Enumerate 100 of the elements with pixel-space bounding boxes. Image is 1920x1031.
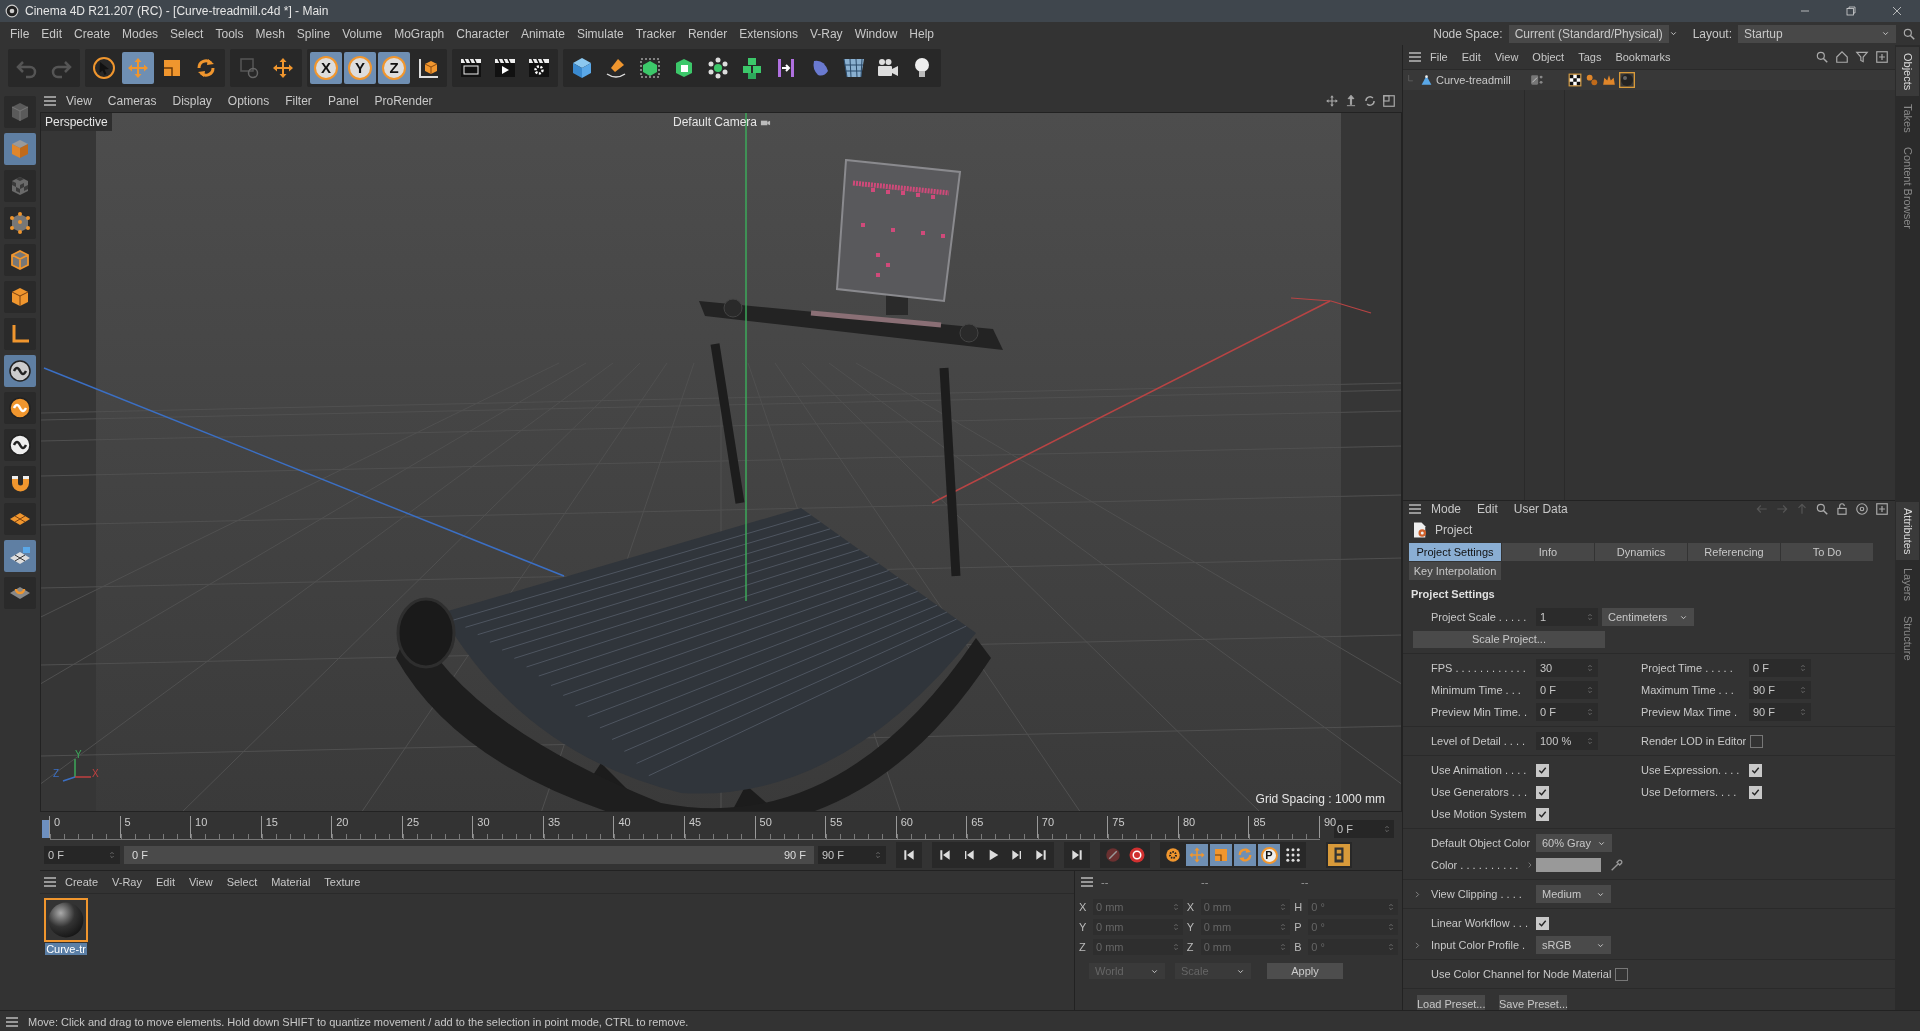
checker-plane-button[interactable] [4, 540, 36, 572]
number-field[interactable]: 0 F [1536, 703, 1598, 721]
menu-item[interactable]: Texture [317, 876, 368, 888]
menu-item[interactable]: File [4, 22, 36, 45]
tab[interactable]: Referencing [1688, 543, 1780, 561]
spheres-tag-icon[interactable] [1585, 73, 1599, 87]
axis-lock-button[interactable]: X [310, 51, 342, 84]
number-field[interactable]: 30 [1536, 659, 1598, 677]
menu-item[interactable]: Extensions [733, 22, 804, 45]
checker-cube-button[interactable] [4, 170, 36, 202]
menu-item[interactable]: View [58, 94, 100, 108]
dropdown[interactable]: 60% Gray [1536, 834, 1612, 852]
search-icon[interactable] [1815, 50, 1829, 64]
menu-item[interactable]: Animate [514, 22, 571, 45]
number-field[interactable]: 90 F [1749, 681, 1811, 699]
menu-item[interactable]: Character [450, 22, 515, 45]
wave-circle-button[interactable] [4, 355, 36, 387]
checkbox[interactable] [1750, 734, 1764, 748]
menu-item[interactable]: Volume [336, 22, 389, 45]
search-icon[interactable] [1815, 502, 1829, 516]
menu-icon[interactable] [1079, 874, 1095, 890]
new-panel-icon[interactable] [1875, 502, 1889, 516]
menu-item[interactable]: Tools [209, 22, 250, 45]
move-view-icon[interactable] [1325, 94, 1339, 108]
eyedropper-icon[interactable] [1609, 857, 1625, 873]
color-swatch[interactable] [1536, 858, 1601, 872]
menu-item[interactable]: Simulate [570, 22, 630, 45]
menu-item[interactable]: V-Ray [803, 22, 849, 45]
start-frame-field[interactable]: 0 F [44, 846, 120, 864]
axis-lock-button[interactable]: Y [344, 51, 376, 84]
menu-item[interactable]: Options [219, 94, 278, 108]
search-icon[interactable] [1902, 26, 1916, 41]
menu-item[interactable]: Mesh [249, 22, 291, 45]
menu-item[interactable]: Display [164, 94, 220, 108]
zoom-view-icon[interactable] [1344, 94, 1358, 108]
menu-item[interactable]: Edit [1469, 502, 1506, 516]
checkbox[interactable] [1536, 785, 1549, 799]
checkbox[interactable] [1749, 785, 1762, 799]
filter-icon[interactable] [1855, 50, 1869, 64]
maximize-icon[interactable] [1382, 94, 1396, 108]
move-button[interactable] [122, 51, 154, 84]
lock-icon[interactable] [1835, 502, 1849, 516]
side-tab[interactable]: Attributes [1896, 502, 1919, 561]
checkbox[interactable] [1536, 763, 1549, 777]
menu-item[interactable]: ProRender [366, 94, 441, 108]
preview-range-slider[interactable]: 0 F 90 F [124, 846, 814, 864]
menu-item[interactable]: Select [219, 876, 265, 888]
material-tag-icon[interactable] [1619, 72, 1635, 88]
menu-item[interactable]: Help [903, 22, 940, 45]
menu-item[interactable]: Render [681, 22, 734, 45]
menu-item[interactable]: V-Ray [105, 876, 149, 888]
timeline-button[interactable] [1328, 844, 1350, 866]
tab[interactable]: Key Interpolation [1409, 562, 1501, 580]
menu-item[interactable]: Create [68, 22, 117, 45]
polygon-cube-button[interactable] [4, 281, 36, 313]
end-frame-field[interactable]: 90 F [818, 846, 886, 864]
axis-corner-button[interactable] [4, 318, 36, 350]
menu-item[interactable]: File [1423, 51, 1455, 63]
rotate-view-icon[interactable] [1363, 94, 1377, 108]
axis-lock-button[interactable]: Z [378, 51, 410, 84]
menu-item[interactable]: Mode [1423, 502, 1470, 516]
menu-item[interactable]: Tags [1571, 51, 1609, 63]
menu-item[interactable]: Edit [1454, 51, 1488, 63]
side-tab[interactable]: Layers [1896, 562, 1919, 608]
action-button[interactable]: Scale Project... [1413, 630, 1605, 648]
tab[interactable]: Dynamics [1595, 543, 1687, 561]
checkbox[interactable] [1536, 807, 1549, 821]
checkbox[interactable] [1615, 967, 1629, 981]
menu-item[interactable]: Spline [290, 22, 337, 45]
menu-item[interactable]: Edit [149, 876, 182, 888]
dropdown[interactable]: sRGB [1536, 936, 1611, 954]
menu-item[interactable]: Material [264, 876, 318, 888]
loop-plane-button[interactable] [4, 577, 36, 609]
magnet-button[interactable] [4, 466, 36, 498]
number-field[interactable]: 100 % [1536, 732, 1598, 750]
checkbox[interactable] [1749, 763, 1762, 777]
number-field[interactable]: 0 F [1749, 659, 1811, 677]
checkbox[interactable] [1536, 916, 1549, 930]
menu-item[interactable]: Modes [116, 22, 165, 45]
side-tab[interactable]: Takes [1896, 98, 1919, 140]
tab[interactable]: Info [1502, 543, 1594, 561]
menu-item[interactable]: Object [1525, 51, 1572, 63]
menu-icon[interactable] [1407, 501, 1423, 517]
menu-item[interactable]: Edit [35, 22, 69, 45]
menu-item[interactable]: User Data [1505, 502, 1576, 516]
menu-item[interactable]: MoGraph [388, 22, 451, 45]
menu-icon[interactable] [42, 874, 58, 890]
unit-dropdown[interactable]: Centimeters [1602, 608, 1694, 626]
layout-dropdown[interactable]: Startup [1738, 24, 1896, 43]
grid-plane-button[interactable] [4, 503, 36, 535]
side-tab[interactable]: Objects [1896, 47, 1919, 97]
menu-item[interactable]: View [1487, 51, 1526, 63]
target-icon[interactable] [1855, 502, 1869, 516]
home-icon[interactable] [1835, 50, 1849, 64]
number-field[interactable]: 1 [1536, 608, 1598, 626]
menu-icon[interactable] [1407, 49, 1423, 65]
side-tab[interactable]: Content Browser [1896, 141, 1919, 235]
menu-icon[interactable] [42, 93, 58, 109]
number-field[interactable]: 90 F [1749, 703, 1811, 721]
menu-item[interactable]: Select [164, 22, 210, 45]
